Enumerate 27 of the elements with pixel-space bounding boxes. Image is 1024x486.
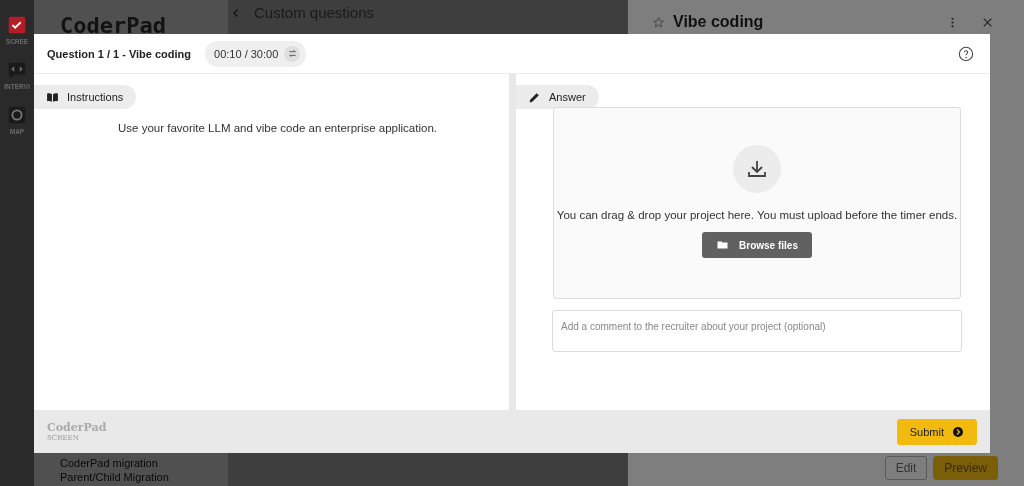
instructions-tab[interactable]: Instructions — [34, 85, 137, 109]
swap-icon — [286, 48, 298, 59]
arrow-circle-icon — [952, 425, 964, 438]
browse-files-button[interactable]: Browse files — [702, 232, 812, 258]
folder-icon — [716, 239, 730, 251]
list-item[interactable]: Parent/Child Migration — [60, 470, 228, 484]
submit-button[interactable]: Submit — [896, 418, 977, 445]
timer-text: 00:10 / 30:00 — [214, 47, 279, 60]
list-item[interactable]: CoderPad migration — [60, 456, 228, 470]
drop-zone[interactable]: You can drag & drop your project here. You must upload before the timer ends. Browse files — [553, 107, 961, 299]
instructions-text: Use your favorite LLM and vibe code an enterprise application. — [117, 122, 438, 134]
answer-tab[interactable]: Answer — [516, 85, 599, 109]
preview-button[interactable]: Preview — [933, 456, 998, 480]
checkbox-icon — [6, 14, 28, 36]
book-icon — [46, 90, 59, 104]
help-icon — [958, 45, 974, 62]
question-title: Question 1 / 1 - Vibe coding — [47, 47, 192, 60]
logo: CoderPad — [60, 13, 167, 38]
edit-button[interactable]: Edit — [884, 456, 928, 480]
drawer-title: Vibe coding — [673, 13, 764, 31]
download-icon — [733, 145, 781, 193]
comment-field[interactable]: Add a comment to the recruiter about your project (optional) — [552, 310, 962, 352]
footer-logo: CoderPad — [47, 421, 107, 434]
star-icon — [652, 15, 665, 29]
pencil-icon — [528, 90, 541, 104]
swap-button[interactable] — [284, 45, 301, 62]
drop-text: You can drag & drop your project here. You must upload before the timer ends. — [556, 209, 958, 221]
